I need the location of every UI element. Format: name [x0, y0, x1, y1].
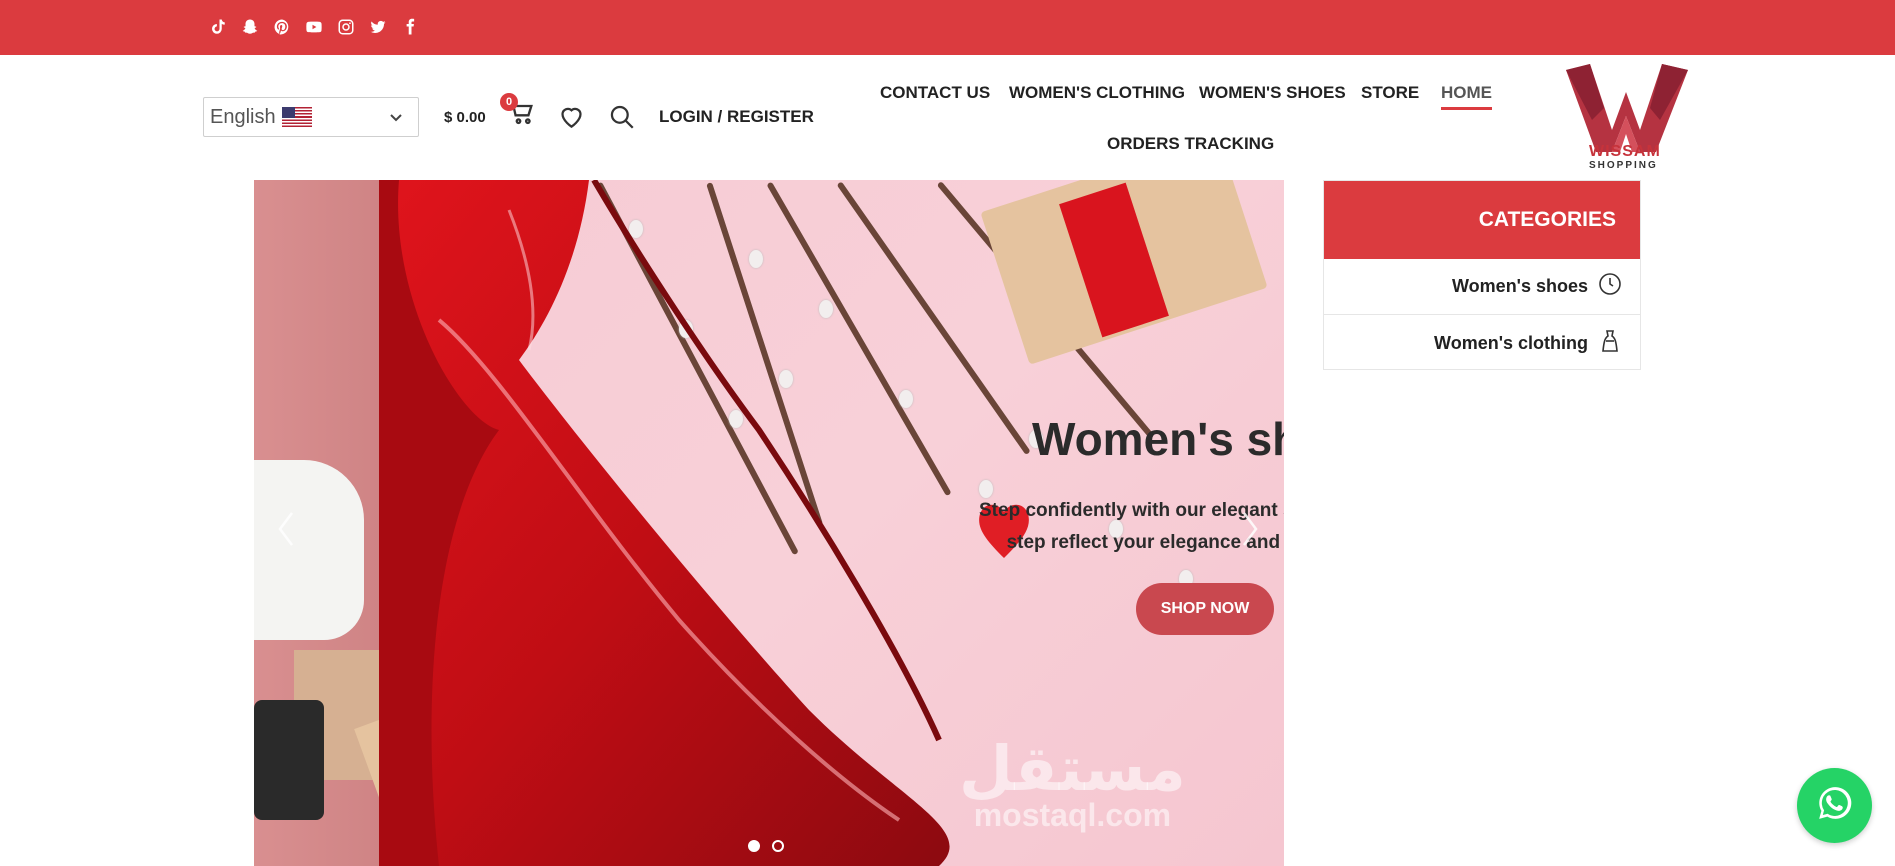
nav-womens-shoes[interactable]: WOMEN'S SHOES — [1199, 83, 1346, 103]
slider-next-button[interactable] — [1234, 505, 1266, 553]
slide-camera-image — [254, 700, 324, 820]
cart-count-badge: 0 — [500, 93, 518, 111]
clock-icon — [1598, 272, 1622, 301]
search-button[interactable] — [608, 103, 636, 131]
nav-womens-clothing[interactable]: WOMEN'S CLOTHING — [1009, 83, 1185, 103]
instagram-icon[interactable] — [336, 17, 356, 37]
logo-text-wissam: WISSAM — [1589, 143, 1661, 160]
nav-contact-us[interactable]: CONTACT US — [880, 83, 990, 103]
chevron-down-icon — [388, 109, 404, 125]
chevron-right-icon — [1234, 512, 1266, 557]
tiktok-icon[interactable] — [208, 17, 228, 37]
facebook-icon[interactable] — [400, 17, 420, 37]
social-links — [208, 17, 420, 37]
cart-button[interactable]: 0 — [500, 93, 540, 131]
language-select[interactable]: English — [203, 97, 419, 137]
nav-orders-tracking[interactable]: ORDERS TRACKING — [1107, 134, 1274, 154]
nav-home[interactable]: HOME — [1441, 83, 1492, 110]
cart-icon — [508, 101, 536, 131]
pinterest-icon[interactable] — [272, 17, 292, 37]
category-womens-clothing[interactable]: Women's clothing — [1324, 315, 1640, 371]
search-icon — [608, 105, 635, 134]
top-bar — [0, 0, 1895, 55]
snapchat-icon[interactable] — [240, 17, 260, 37]
logo-text-shopping: SHOPPING — [1589, 160, 1658, 171]
dress-icon — [1598, 329, 1622, 358]
login-register-link[interactable]: LOGIN / REGISTER — [659, 107, 814, 127]
twitter-icon[interactable] — [368, 17, 388, 37]
site-header: English $ 0.00 0 LOGIN / REGISTER CONTAC… — [0, 55, 1895, 180]
cart-total: $ 0.00 — [444, 109, 486, 126]
categories-panel: CATEGORIES Women's shoes Women's clothin… — [1323, 180, 1641, 370]
shop-now-button[interactable]: SHOP NOW — [1136, 583, 1274, 635]
us-flag-icon — [281, 107, 312, 127]
category-label: Women's shoes — [1452, 276, 1588, 296]
chevron-left-icon — [270, 512, 302, 557]
watermark-arabic: مستقل — [959, 735, 1186, 804]
category-womens-shoes[interactable]: Women's shoes — [1324, 259, 1640, 315]
slider-pagination — [748, 840, 784, 852]
slider-dot-1[interactable] — [748, 840, 760, 852]
hero-slide-image: مستقل mostaql.com Women's shoes Step con… — [354, 180, 1284, 866]
categories-title: CATEGORIES — [1324, 181, 1640, 259]
watermark: مستقل mostaql.com — [959, 735, 1186, 833]
heart-icon — [558, 107, 585, 134]
hero-title: Women's shoes — [1032, 413, 1284, 465]
category-label: Women's clothing — [1434, 332, 1588, 353]
nav-store[interactable]: STORE — [1361, 83, 1419, 103]
hero-slider: مستقل mostaql.com Women's shoes Step con… — [254, 180, 1284, 866]
language-label: English — [210, 105, 276, 128]
whatsapp-button[interactable] — [1797, 768, 1872, 843]
slider-dot-2[interactable] — [772, 840, 784, 852]
whatsapp-icon — [1816, 784, 1854, 827]
youtube-icon[interactable] — [304, 17, 324, 37]
wishlist-button[interactable] — [558, 103, 586, 131]
slider-prev-button[interactable] — [270, 505, 302, 553]
watermark-latin: mostaql.com — [973, 797, 1172, 833]
